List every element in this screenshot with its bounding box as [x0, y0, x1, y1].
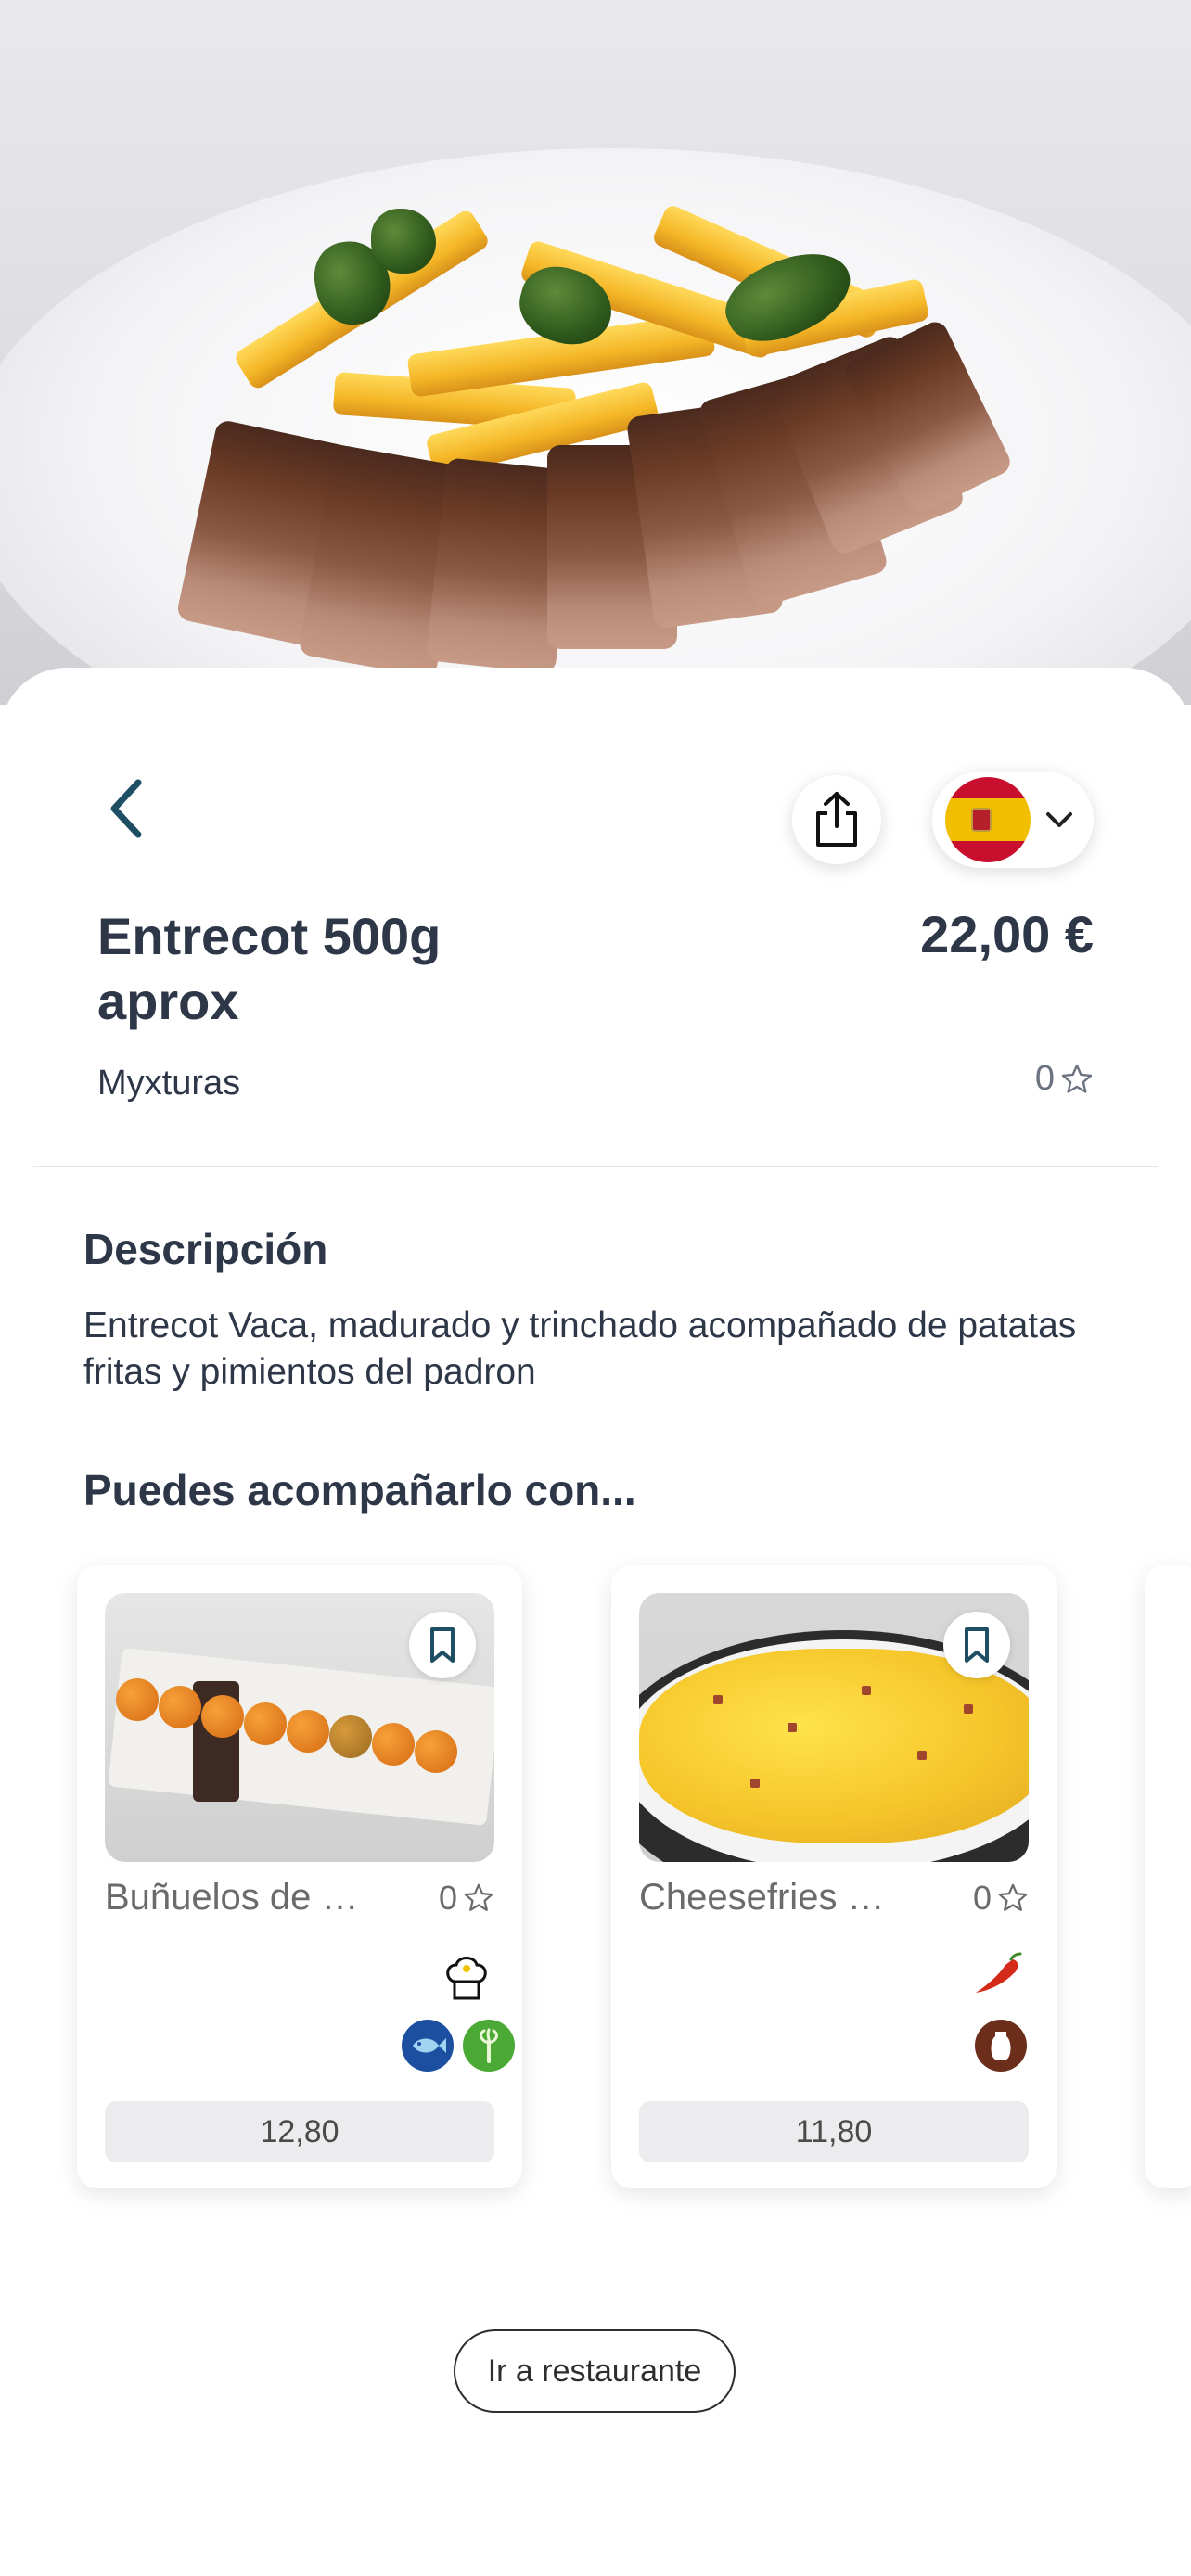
dish-title: Entrecot 500g aprox [97, 907, 442, 1030]
dairy-icon [975, 2020, 1027, 2072]
suggestion-price: 11,80 [639, 2101, 1029, 2162]
share-button[interactable] [792, 775, 881, 864]
star-outline-icon [1061, 1064, 1093, 1093]
chili-pepper-icon [971, 1949, 1023, 2001]
bookmark-button[interactable] [409, 1612, 476, 1678]
suggestion-price: 12,80 [105, 2101, 494, 2162]
restaurant-name[interactable]: Myxturas [97, 1064, 240, 1103]
suggestions-heading: Puedes acompañarlo con... [83, 1466, 636, 1514]
back-button[interactable] [93, 772, 158, 846]
suggestion-card[interactable]: Cheesefries … 0 11,80 [611, 1565, 1057, 2188]
bookmark-icon [965, 1627, 989, 1663]
dish-rating[interactable]: 0 [1035, 1059, 1094, 1099]
share-icon [816, 792, 857, 847]
star-outline-icon [998, 1883, 1028, 1911]
rating-value: 0 [972, 1879, 992, 1917]
suggestion-name: Cheesefries … [639, 1877, 885, 1918]
chevron-down-icon [1046, 812, 1072, 827]
go-to-restaurant-button[interactable]: Ir a restaurante [454, 2329, 736, 2413]
bookmark-button[interactable] [943, 1612, 1010, 1678]
suggestion-card[interactable]: Buñuelos de … 0 12,80 [77, 1565, 522, 2188]
language-selector[interactable] [932, 772, 1094, 868]
spain-flag-icon [945, 777, 1031, 862]
celery-icon [463, 2020, 515, 2072]
chevron-left-icon [110, 779, 142, 838]
padron-pepper [371, 209, 436, 274]
fish-icon [402, 2020, 454, 2072]
suggestion-rating: 0 [439, 1879, 494, 1918]
divider [33, 1166, 1158, 1167]
bookmark-icon [430, 1627, 455, 1663]
chef-hat-icon [441, 1953, 493, 2005]
star-outline-icon [464, 1883, 493, 1911]
rating-value: 0 [1034, 1059, 1055, 1098]
dish-photo [0, 0, 1191, 705]
suggestion-rating: 0 [973, 1879, 1029, 1918]
rating-value: 0 [438, 1879, 457, 1917]
description-text: Entrecot Vaca, madurado y trinchado acom… [83, 1306, 1077, 1392]
dish-price: 22,00 € [920, 905, 1094, 963]
description-heading: Descripción [83, 1225, 328, 1273]
suggestion-card-partial[interactable] [1145, 1565, 1191, 2188]
suggestion-name: Buñuelos de … [105, 1877, 359, 1918]
